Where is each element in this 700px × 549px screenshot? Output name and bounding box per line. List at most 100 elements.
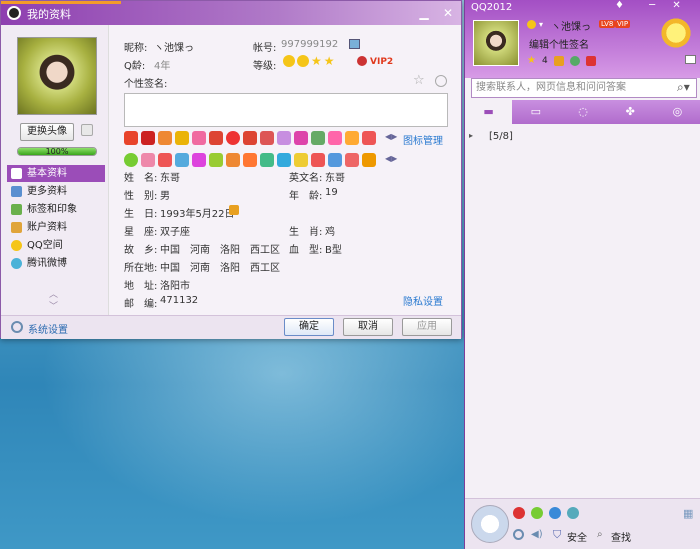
signature-input[interactable]	[124, 93, 448, 127]
close-icon[interactable]: ✕	[672, 0, 680, 11]
leaf-icon[interactable]	[531, 507, 543, 519]
contact-group[interactable]: [5/8]	[489, 131, 513, 142]
badge-icon[interactable]	[175, 131, 189, 145]
badge-icon[interactable]	[311, 153, 325, 167]
close-button[interactable]: ✕	[440, 5, 456, 21]
icon-row-next-icon[interactable]: ◀▶	[385, 154, 397, 163]
shield-icon[interactable]: ⛉	[553, 528, 561, 542]
level-icons: ★ ★	[283, 55, 335, 67]
cancel-button[interactable]: 取消	[343, 318, 393, 336]
ok-button[interactable]: 确定	[284, 318, 334, 336]
badge-icon[interactable]	[277, 153, 291, 167]
clock-icon[interactable]	[435, 75, 447, 87]
search-icon[interactable]: ⌕	[597, 529, 603, 540]
badge-icon[interactable]	[192, 131, 206, 145]
main-menu-button[interactable]	[471, 505, 509, 543]
badge-icon[interactable]	[260, 153, 274, 167]
diamond-icon[interactable]	[277, 131, 291, 145]
weather-icon[interactable]	[659, 16, 693, 50]
tab-contacts[interactable]: ▬	[465, 100, 513, 124]
badge-icon[interactable]	[311, 131, 325, 145]
badge-icon[interactable]	[294, 131, 308, 145]
badge-icon[interactable]	[158, 153, 172, 167]
penguin-icon[interactable]	[141, 131, 155, 145]
qq-avatar[interactable]	[473, 20, 519, 66]
nav-label: 标签和印象	[27, 204, 77, 215]
gear-icon[interactable]	[11, 321, 23, 333]
tab-chats[interactable]: ▭	[512, 100, 559, 124]
badge-icon[interactable]	[175, 153, 189, 167]
change-avatar-button[interactable]: 更换头像	[20, 123, 74, 141]
find-label[interactable]: 查找	[611, 529, 631, 544]
window-title: 我的资料	[27, 8, 71, 21]
badge-icon[interactable]	[209, 153, 223, 167]
status-dropdown-icon[interactable]: ▾	[539, 20, 543, 29]
profile-titlebar[interactable]: 我的资料 ▁ ✕	[1, 1, 461, 25]
app-icon[interactable]	[585, 55, 596, 66]
copy-icon[interactable]	[349, 39, 360, 49]
security-label[interactable]: 安全	[567, 529, 587, 544]
app-icon[interactable]	[553, 55, 564, 66]
badge-icon[interactable]	[345, 153, 359, 167]
penguin-icon[interactable]	[513, 507, 525, 519]
qq-signature[interactable]: 编辑个性签名	[529, 36, 589, 51]
tab-groups[interactable]: ◌	[559, 100, 606, 124]
badge-icon[interactable]	[294, 153, 308, 167]
icon-row-prev-icon[interactable]: ◀▶	[385, 132, 397, 141]
badge-icon[interactable]	[260, 131, 274, 145]
badge-icon[interactable]	[141, 153, 155, 167]
badge-icon[interactable]	[345, 131, 359, 145]
privacy-settings-link[interactable]: 隐私设置	[403, 293, 443, 308]
badge-icon[interactable]	[328, 131, 342, 145]
qq-header[interactable]: QQ2012 ♦ ─ ✕ ▾ ヽ池馃っ LV8 VIP 编辑个性签名 ★ 4	[465, 0, 700, 78]
search-icon[interactable]: ⌕▾	[677, 80, 690, 95]
avatar[interactable]	[17, 37, 97, 115]
nav-account[interactable]: 账户资料	[7, 219, 105, 236]
badge-icon[interactable]	[243, 131, 257, 145]
skin-icon[interactable]: ♦	[615, 0, 624, 11]
tab-apps[interactable]: ✤	[607, 100, 654, 124]
nav-tags[interactable]: 标签和印象	[7, 201, 105, 218]
card-icon	[11, 168, 22, 179]
grid-icon[interactable]: ▦	[683, 507, 693, 520]
photo-icon[interactable]	[81, 124, 93, 136]
card-icon	[11, 186, 22, 197]
badge-icon[interactable]	[158, 131, 172, 145]
badge-icon[interactable]	[362, 153, 376, 167]
account-value: 997999192	[281, 39, 339, 50]
minimize-button[interactable]: ▁	[416, 5, 432, 21]
apply-button[interactable]: 应用	[402, 318, 452, 336]
badge-icon[interactable]	[328, 153, 342, 167]
favorite-icon[interactable]: ☆	[413, 73, 425, 88]
badge-icon[interactable]	[209, 131, 223, 145]
scroll-down-icon[interactable]: ﹀	[49, 299, 58, 312]
nav-qzone[interactable]: QQ空间	[7, 237, 105, 254]
camera-icon[interactable]	[567, 507, 579, 519]
badge-icon[interactable]	[124, 131, 138, 145]
badge-icon[interactable]	[226, 153, 240, 167]
badge-icon[interactable]	[362, 131, 376, 145]
nav-more-info[interactable]: 更多资料	[7, 183, 105, 200]
field-label: 邮 编:	[124, 299, 158, 310]
badge-icon[interactable]	[124, 153, 138, 167]
tab-qzone[interactable]: ◎	[654, 100, 700, 124]
browser-icon[interactable]	[549, 507, 561, 519]
nav-weibo[interactable]: 腾讯微博	[7, 255, 105, 272]
app-icon[interactable]	[569, 55, 580, 66]
qq-status-icons: ★ 4	[527, 55, 596, 66]
status-online-icon[interactable]	[527, 20, 536, 29]
minimize-icon[interactable]: ─	[649, 0, 655, 11]
account-icon	[11, 222, 22, 233]
group-expand-icon[interactable]: ▸	[469, 131, 473, 140]
speaker-icon[interactable]: ◀)	[531, 529, 543, 540]
star-icon	[11, 240, 22, 251]
mail-icon[interactable]	[685, 55, 696, 64]
search-input[interactable]: 搜索联系人，网页信息和问问答案	[471, 78, 697, 98]
icon-manage-link[interactable]: 图标管理	[403, 132, 443, 147]
badge-icon[interactable]	[243, 153, 257, 167]
heart-icon[interactable]	[226, 131, 240, 145]
badge-icon[interactable]	[192, 153, 206, 167]
system-settings-link[interactable]: 系统设置	[28, 321, 68, 336]
gear-icon[interactable]	[513, 529, 524, 540]
nav-basic-info[interactable]: 基本资料	[7, 165, 105, 182]
